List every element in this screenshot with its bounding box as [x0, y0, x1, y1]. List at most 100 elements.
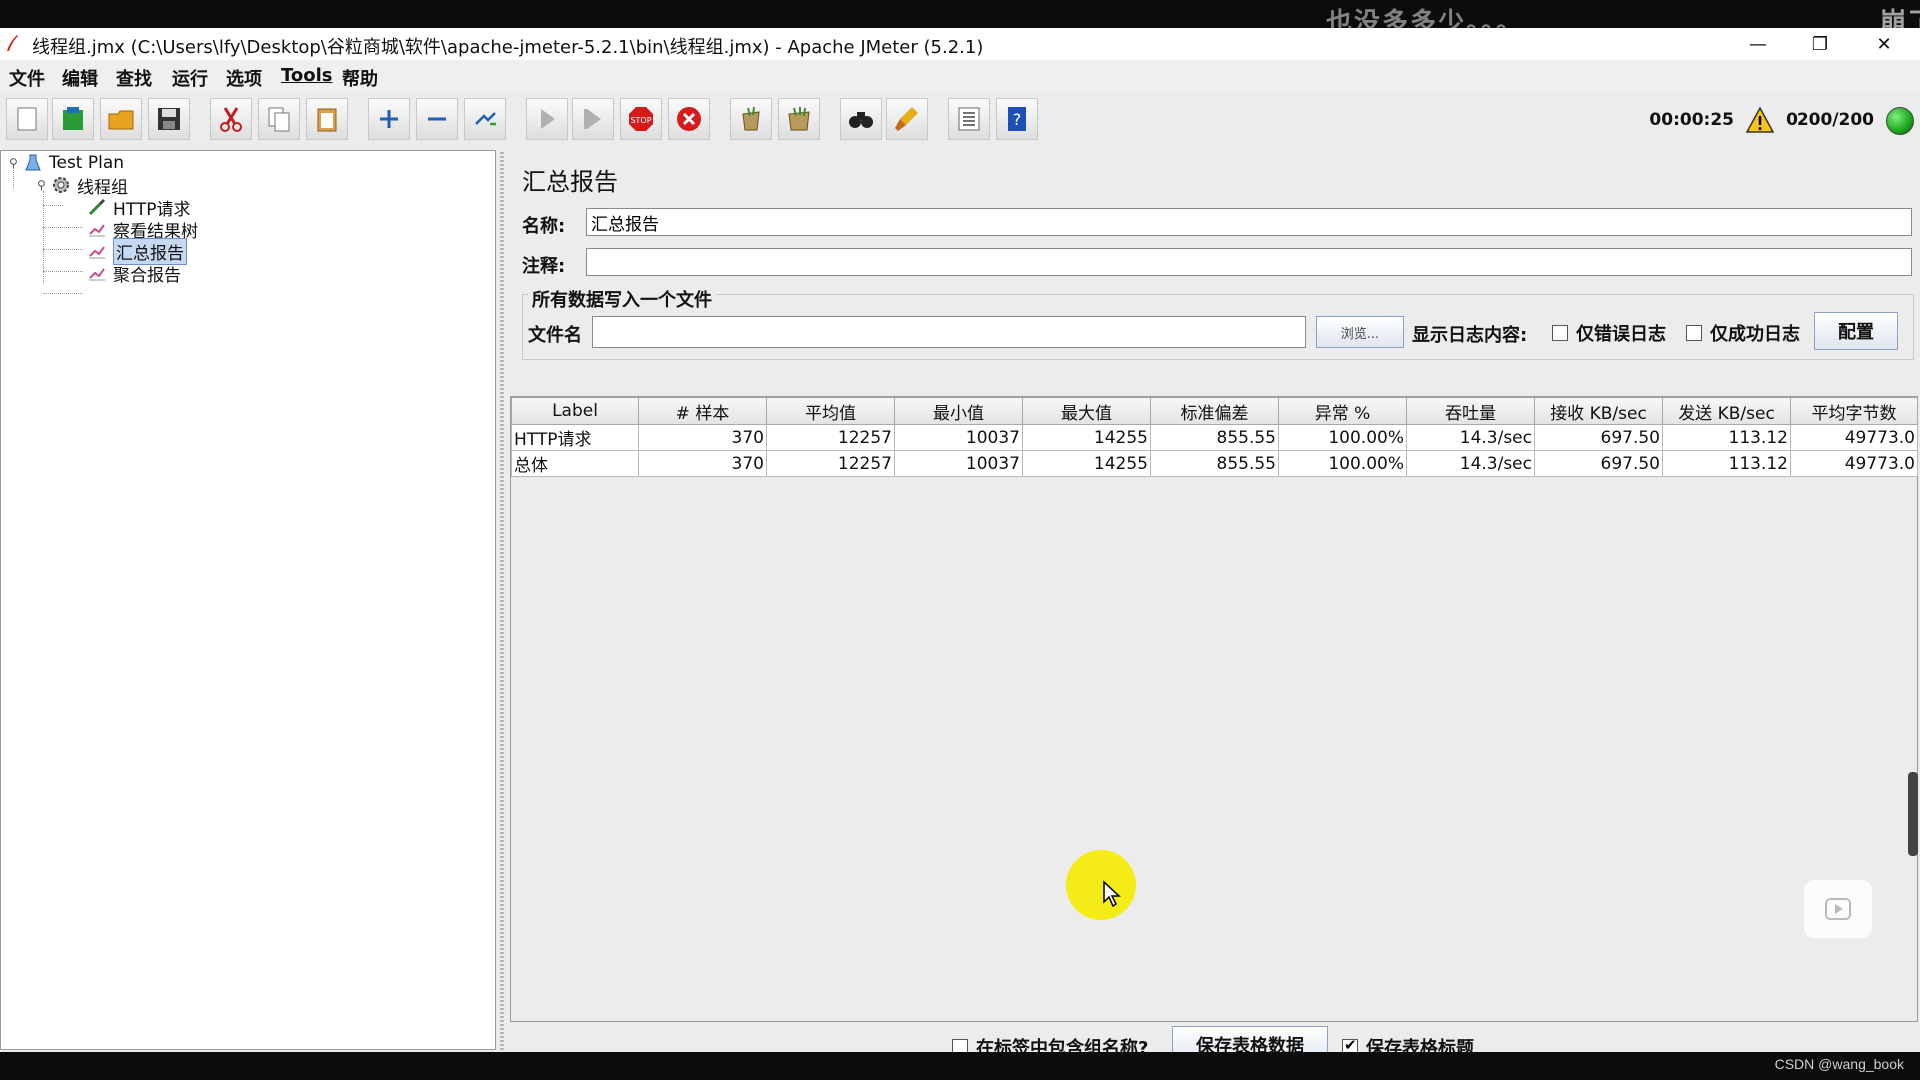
menu-options[interactable]: 选项 — [226, 65, 262, 91]
table-cell: 14255 — [1022, 450, 1151, 477]
checkbox-box[interactable] — [1686, 325, 1702, 341]
menu-edit[interactable]: 编辑 — [62, 65, 98, 91]
tree-node-test-plan[interactable]: ⚲ Test Plan — [9, 151, 124, 175]
restore-button[interactable]: ❐ — [1792, 28, 1848, 60]
tree-node-summary-report[interactable]: 汇总报告 — [87, 237, 187, 265]
filename-input[interactable] — [592, 316, 1306, 348]
comment-label: 注释: — [522, 256, 566, 277]
column-header[interactable]: 发送 KB/sec — [1662, 397, 1791, 425]
tree-node-http-request[interactable]: HTTP请求 — [87, 195, 191, 220]
table-cell: 10037 — [894, 450, 1023, 477]
table-cell: 49773.0 — [1790, 424, 1918, 451]
name-input[interactable] — [586, 208, 1912, 236]
column-header[interactable]: Label — [511, 397, 639, 425]
table-cell: 14255 — [1022, 424, 1151, 451]
split-pane-divider[interactable] — [496, 150, 508, 1080]
stop-button[interactable]: STOP — [620, 98, 662, 140]
column-header[interactable]: 最小值 — [894, 397, 1023, 425]
configure-button[interactable]: 配置 — [1814, 312, 1898, 350]
start-icon — [541, 109, 555, 129]
start-no-pause-button[interactable] — [572, 98, 614, 140]
start-no-pause-icon — [584, 109, 601, 129]
column-header[interactable]: 接收 KB/sec — [1534, 397, 1663, 425]
tree-node-aggregate-report[interactable]: 聚合报告 — [87, 261, 181, 286]
tree-node-thread-group[interactable]: ⚲ 线程组 — [37, 173, 128, 198]
close-button[interactable]: ✕ — [1856, 28, 1912, 60]
cut-button[interactable] — [210, 98, 252, 140]
menu-run[interactable]: 运行 — [172, 65, 208, 91]
templates-button[interactable] — [52, 98, 94, 140]
http-sampler-pipette-icon — [88, 198, 106, 216]
video-play-button[interactable] — [1804, 880, 1872, 938]
help-icon: ? — [1008, 107, 1026, 131]
menu-help[interactable]: 帮助 — [342, 65, 378, 91]
browse-button[interactable]: 浏览... — [1316, 316, 1404, 348]
test-plan-tree: ⚲ Test Plan ⚲ 线程组 HTTP请求 察看结果树 汇总报告 聚合报告 — [0, 150, 496, 1050]
checkbox-box[interactable] — [1552, 325, 1568, 341]
expand-button[interactable] — [368, 98, 410, 140]
column-header[interactable]: 异常 % — [1278, 397, 1407, 425]
shutdown-button[interactable] — [668, 98, 710, 140]
tree-expander-icon[interactable]: ⚲ — [9, 156, 23, 170]
minimize-button[interactable]: — — [1730, 28, 1786, 60]
summary-results-table: Label # 样本 平均值 最小值 最大值 标准偏差 异常 % 吞吐量 接收 … — [511, 397, 1918, 477]
collapse-icon — [428, 117, 446, 121]
stop-icon: STOP — [629, 107, 653, 131]
comment-input[interactable] — [586, 248, 1912, 276]
errors-only-checkbox[interactable]: 仅错误日志 — [1552, 320, 1666, 346]
listener-chart-icon — [89, 246, 105, 259]
reset-search-button[interactable] — [886, 98, 928, 140]
column-header[interactable]: 最大值 — [1022, 397, 1151, 425]
column-header[interactable]: 标准偏差 — [1150, 397, 1279, 425]
start-button[interactable] — [526, 98, 568, 140]
table-cell: 113.12 — [1662, 424, 1791, 451]
table-row[interactable]: 总体 370 12257 10037 14255 855.55 100.00% … — [511, 450, 1918, 477]
table-row[interactable]: HTTP请求 370 12257 10037 14255 855.55 100.… — [511, 424, 1918, 451]
success-only-checkbox[interactable]: 仅成功日志 — [1686, 320, 1800, 346]
table-cell: 49773.0 — [1790, 450, 1918, 477]
column-header[interactable]: 平均字节数 — [1790, 397, 1918, 425]
new-icon — [17, 107, 37, 131]
cut-icon — [220, 107, 242, 132]
table-cell: 855.55 — [1150, 424, 1279, 451]
table-cell: HTTP请求 — [511, 424, 639, 451]
clear-icon — [742, 106, 760, 131]
video-scroll-indicator — [1908, 772, 1918, 856]
table-cell: 14.3/sec — [1406, 424, 1535, 451]
reset-search-icon — [895, 107, 918, 131]
column-header[interactable]: 平均值 — [766, 397, 895, 425]
clear-button[interactable] — [730, 98, 772, 140]
table-cell: 100.00% — [1278, 450, 1407, 477]
jmeter-feather-icon — [7, 35, 18, 51]
menu-search[interactable]: 查找 — [116, 65, 152, 91]
templates-icon — [63, 107, 83, 130]
search-button[interactable] — [840, 98, 882, 140]
tree-expander-icon[interactable]: ⚲ — [37, 178, 51, 192]
save-button[interactable] — [148, 98, 190, 140]
play-icon — [1825, 898, 1851, 920]
menu-tools[interactable]: Tools — [281, 65, 333, 86]
log-content-label: 显示日志内容: — [1412, 325, 1528, 346]
collapse-button[interactable] — [416, 98, 458, 140]
open-button[interactable] — [100, 98, 142, 140]
table-cell: 总体 — [511, 450, 639, 477]
table-cell: 100.00% — [1278, 424, 1407, 451]
running-indicator-icon — [1886, 107, 1914, 135]
clear-all-button[interactable] — [778, 98, 820, 140]
paste-button[interactable] — [306, 98, 348, 140]
warning-icon[interactable] — [1746, 107, 1774, 133]
column-header[interactable]: # 样本 — [638, 397, 767, 425]
column-header[interactable]: 吞吐量 — [1406, 397, 1535, 425]
function-helper-button[interactable] — [948, 98, 990, 140]
toggle-button[interactable] — [464, 98, 506, 140]
table-cell: 370 — [638, 450, 767, 477]
menu-file[interactable]: 文件 — [9, 65, 45, 91]
summary-report-panel: 汇总报告 名称: 注释: 所有数据写入一个文件 文件名 浏览... 显示日志内容… — [508, 150, 1920, 1064]
table-cell: 12257 — [766, 450, 895, 477]
table-cell: 12257 — [766, 424, 895, 451]
help-button[interactable]: ? — [996, 98, 1038, 140]
copy-button[interactable] — [258, 98, 300, 140]
function-helper-icon — [958, 107, 980, 131]
new-button[interactable] — [6, 98, 48, 140]
table-cell: 855.55 — [1150, 450, 1279, 477]
